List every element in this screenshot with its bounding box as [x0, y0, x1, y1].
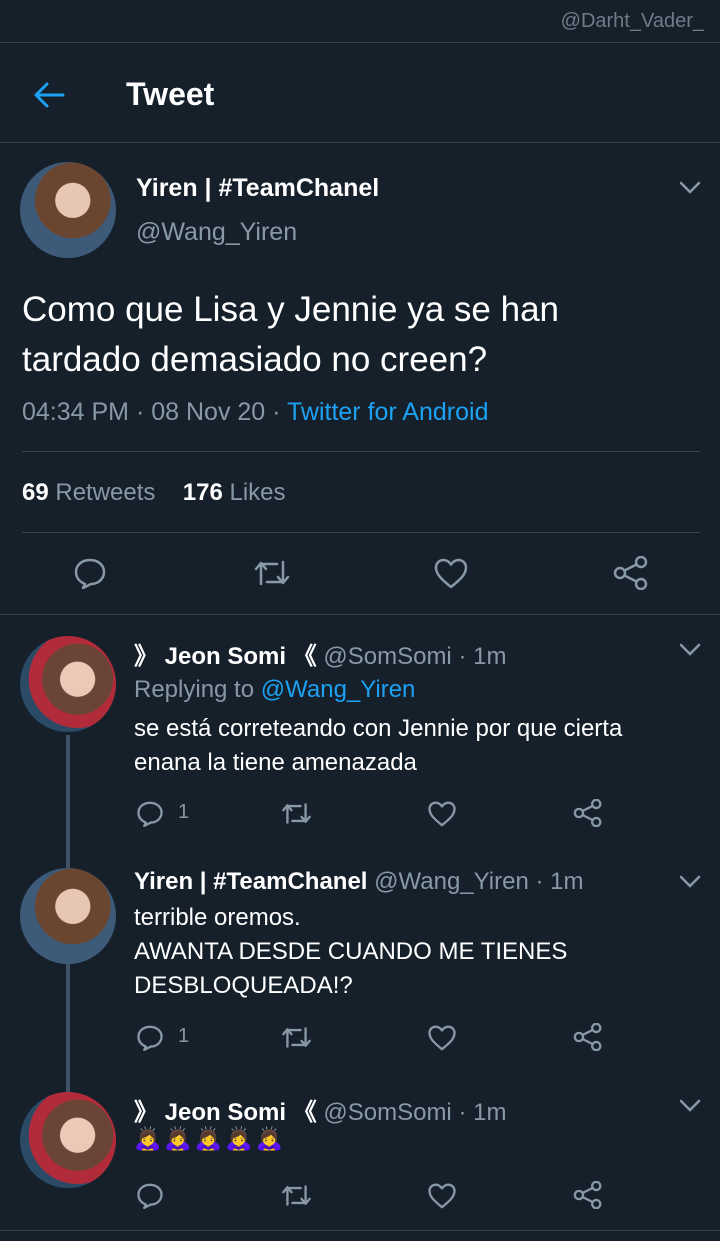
- name-decoration: 》: [134, 1099, 158, 1126]
- chevron-down-icon[interactable]: [679, 643, 701, 657]
- tweet-text-line: Como que Lisa y Jennie ya se han: [22, 290, 559, 329]
- avatar[interactable]: [20, 868, 116, 964]
- stats-divider: [22, 532, 700, 533]
- reply-text: se está correteando con Jennie por que c…: [134, 712, 622, 780]
- reply-time: 1m: [550, 868, 584, 895]
- likes-stat[interactable]: 176 Likes: [183, 479, 286, 506]
- replying-to-handle[interactable]: @Wang_Yiren: [261, 676, 416, 703]
- tweet-date: 08 Nov 20: [151, 398, 266, 426]
- reply-count: 1: [178, 1025, 190, 1047]
- author-handle[interactable]: @Wang_Yiren: [136, 218, 297, 247]
- name-decoration: 《: [292, 643, 317, 670]
- separator: ·: [458, 1099, 467, 1126]
- name-decoration: 》: [134, 643, 158, 670]
- separator: ·: [535, 868, 544, 895]
- author-name[interactable]: Yiren | #TeamChanel: [136, 174, 379, 203]
- separator: ·: [135, 398, 145, 426]
- main-tweet-divider: [0, 614, 720, 615]
- reply-icon[interactable]: [70, 553, 110, 593]
- reply-text-line: enana la tiene amenazada: [134, 749, 417, 776]
- like-icon[interactable]: [430, 553, 472, 593]
- retweet-icon[interactable]: [278, 1179, 314, 1211]
- avatar[interactable]: [20, 636, 116, 732]
- avatar[interactable]: [20, 1092, 116, 1188]
- retweets-label: Retweets: [55, 479, 156, 506]
- author-handle[interactable]: @Wang_Yiren: [374, 868, 529, 895]
- author-name[interactable]: 》 Jeon Somi 《: [134, 643, 323, 670]
- separator: ·: [272, 398, 281, 426]
- share-icon[interactable]: [572, 1021, 604, 1053]
- tweet-time: 04:34 PM: [22, 398, 130, 426]
- chevron-down-icon[interactable]: [679, 181, 701, 195]
- reply-header: Yiren | #TeamChanel @Wang_Yiren · 1m: [134, 868, 583, 896]
- reply-time: 1m: [473, 643, 507, 670]
- retweet-icon[interactable]: [278, 797, 314, 829]
- display-name: Jeon Somi: [164, 1099, 287, 1126]
- retweet-icon[interactable]: [278, 1021, 314, 1053]
- thread-line: [66, 964, 70, 1094]
- replying-to: Replying to @Wang_Yiren: [134, 676, 415, 704]
- replying-to-label: Replying to: [134, 676, 255, 703]
- reply-text-line: DESBLOQUEADA!?: [134, 972, 353, 999]
- retweet-icon[interactable]: [250, 553, 294, 593]
- reply-icon[interactable]: [134, 1179, 166, 1211]
- tweet-source-link[interactable]: Twitter for Android: [287, 398, 488, 426]
- bottom-divider: [0, 1230, 720, 1231]
- page-title: Tweet: [126, 76, 215, 112]
- author-handle[interactable]: @SomSomi: [323, 643, 451, 670]
- tweet-meta: 04:34 PM · 08 Nov 20 · Twitter for Andro…: [22, 398, 488, 427]
- reply-icon[interactable]: [134, 1021, 166, 1053]
- like-icon[interactable]: [426, 797, 458, 829]
- reply-text-line: terrible oremos.: [134, 904, 301, 931]
- reply-count: 1: [178, 801, 190, 823]
- display-name: Jeon Somi: [164, 643, 287, 670]
- likes-count: 176: [182, 479, 223, 506]
- retweets-count: 69: [22, 479, 49, 506]
- tweet-stats: 69 Retweets 176 Likes: [22, 479, 286, 507]
- header-divider: [0, 142, 720, 143]
- author-handle[interactable]: @SomSomi: [323, 1099, 451, 1126]
- reply-time: 1m: [473, 1099, 507, 1126]
- meta-divider: [22, 451, 700, 452]
- reply-header: 》 Jeon Somi 《 @SomSomi · 1m: [134, 636, 506, 671]
- share-icon[interactable]: [572, 797, 604, 829]
- name-decoration: 《: [292, 1099, 317, 1126]
- tweet-text: Como que Lisa y Jennie ya se han tardado…: [22, 285, 712, 385]
- reply-text: terrible oremos. AWANTA DESDE CUANDO ME …: [134, 901, 567, 1003]
- chevron-down-icon[interactable]: [679, 1099, 701, 1113]
- like-icon[interactable]: [426, 1179, 458, 1211]
- author-name[interactable]: Yiren | #TeamChanel: [134, 868, 367, 895]
- tweet-text-line: tardado demasiado no creen?: [22, 340, 488, 379]
- reply-icon[interactable]: [134, 797, 166, 829]
- share-icon[interactable]: [572, 1179, 604, 1211]
- watermark: @Darht_Vader_: [560, 10, 704, 32]
- share-icon[interactable]: [610, 553, 652, 593]
- author-name[interactable]: 》 Jeon Somi 《: [134, 1099, 323, 1126]
- avatar[interactable]: [20, 162, 116, 258]
- back-arrow-icon[interactable]: [28, 76, 70, 114]
- thread-line: [66, 735, 70, 875]
- likes-label: Likes: [229, 479, 286, 506]
- like-icon[interactable]: [426, 1021, 458, 1053]
- top-divider: [0, 42, 720, 43]
- reply-text-line: se está correteando con Jennie por que c…: [134, 715, 623, 742]
- retweets-stat[interactable]: 69 Retweets: [22, 479, 162, 506]
- reply-emoji: 🙇‍♀️🙇‍♀️🙇‍♀️🙇‍♀️🙇‍♀️: [134, 1126, 286, 1151]
- separator: ·: [458, 643, 467, 670]
- reply-text-line: AWANTA DESDE CUANDO ME TIENES: [134, 938, 568, 965]
- chevron-down-icon[interactable]: [679, 875, 701, 889]
- reply-header: 》 Jeon Somi 《 @SomSomi · 1m: [134, 1092, 506, 1127]
